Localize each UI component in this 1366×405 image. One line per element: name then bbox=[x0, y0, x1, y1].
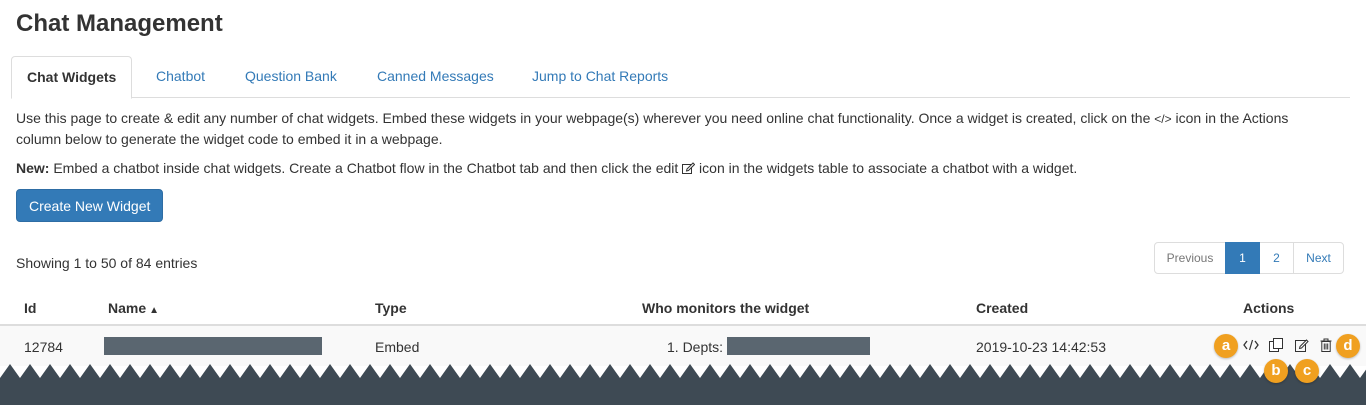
cell-monitors-label: 1. Depts: bbox=[667, 339, 724, 355]
redacted-name bbox=[104, 337, 322, 355]
pagination: Previous 1 2 Next bbox=[1154, 242, 1344, 274]
edit-icon[interactable] bbox=[1295, 338, 1309, 352]
page-title: Chat Management bbox=[16, 10, 223, 37]
tab-chatbot[interactable]: Chatbot bbox=[156, 56, 205, 96]
code-icon[interactable] bbox=[1243, 338, 1259, 352]
create-new-widget-button[interactable]: Create New Widget bbox=[16, 189, 164, 222]
code-inline-icon: </> bbox=[1154, 112, 1172, 126]
tab-jump-to-chat-reports[interactable]: Jump to Chat Reports bbox=[532, 56, 668, 96]
trash-icon[interactable] bbox=[1320, 338, 1332, 352]
tab-bar: Chat Widgets Chatbot Question Bank Canne… bbox=[11, 56, 1350, 99]
table-header: Id Name ▲ Type Who monitors the widget Cr… bbox=[0, 290, 1366, 326]
callout-badge-b: b bbox=[1264, 359, 1288, 383]
column-header-type[interactable]: Type bbox=[375, 298, 407, 318]
intro-description: Use this page to create & edit any numbe… bbox=[16, 108, 1336, 149]
cell-type: Embed bbox=[375, 339, 420, 355]
new-label: New: bbox=[16, 160, 50, 176]
tab-canned-messages[interactable]: Canned Messages bbox=[377, 56, 494, 96]
column-header-actions: Actions bbox=[1243, 300, 1295, 316]
pagination-page-1[interactable]: 1 bbox=[1225, 242, 1260, 274]
column-header-name[interactable]: Name ▲ bbox=[108, 298, 159, 321]
sort-ascending-icon: ▲ bbox=[149, 305, 160, 316]
cell-id: 12784 bbox=[24, 339, 63, 355]
pagination-previous[interactable]: Previous bbox=[1154, 242, 1226, 274]
tab-question-bank[interactable]: Question Bank bbox=[245, 56, 337, 96]
column-header-created[interactable]: Created bbox=[976, 298, 1028, 318]
intro-text-part1: Use this page to create & edit any numbe… bbox=[16, 110, 1155, 126]
tab-chat-widgets[interactable]: Chat Widgets bbox=[11, 56, 133, 99]
pagination-page-2[interactable]: 2 bbox=[1259, 242, 1294, 274]
edit-inline-icon bbox=[682, 160, 696, 176]
column-header-monitors[interactable]: Who monitors the widget bbox=[642, 298, 809, 318]
callout-badge-c: c bbox=[1295, 359, 1319, 383]
callout-badge-d: d bbox=[1336, 334, 1360, 358]
new-feature-note: New: Embed a chatbot inside chat widgets… bbox=[16, 158, 1336, 178]
new-note-part1: Embed a chatbot inside chat widgets. Cre… bbox=[49, 160, 683, 176]
cell-created: 2019-10-23 14:42:53 bbox=[976, 339, 1106, 355]
column-header-name-label: Name bbox=[108, 300, 147, 316]
entries-info: Showing 1 to 50 of 84 entries bbox=[16, 255, 198, 271]
pagination-next[interactable]: Next bbox=[1293, 242, 1344, 274]
new-note-part2: icon in the widgets table to associate a… bbox=[695, 160, 1078, 176]
torn-edge-decoration bbox=[0, 364, 1366, 405]
copy-icon[interactable] bbox=[1269, 338, 1283, 352]
column-header-id[interactable]: Id bbox=[24, 298, 36, 318]
redacted-departments bbox=[727, 337, 870, 355]
callout-badge-a: a bbox=[1214, 334, 1238, 358]
